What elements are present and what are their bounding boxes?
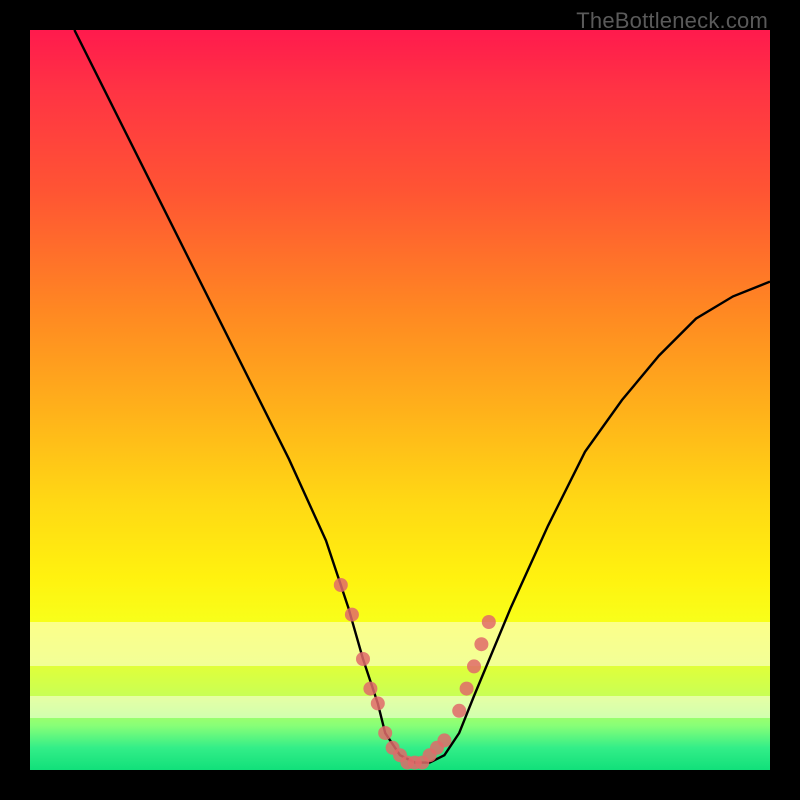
marker-dot [363,682,377,696]
marker-dot [371,696,385,710]
marker-dot [467,659,481,673]
marker-dot [452,704,466,718]
chart-frame [30,30,770,770]
marker-dots-group [334,578,496,770]
bottleneck-curve [74,30,770,763]
marker-dot [482,615,496,629]
marker-dot [334,578,348,592]
marker-dot [356,652,370,666]
marker-dot [345,608,359,622]
chart-svg [30,30,770,770]
marker-dot [460,682,474,696]
marker-dot [378,726,392,740]
marker-dot [474,637,488,651]
marker-dot [437,733,451,747]
